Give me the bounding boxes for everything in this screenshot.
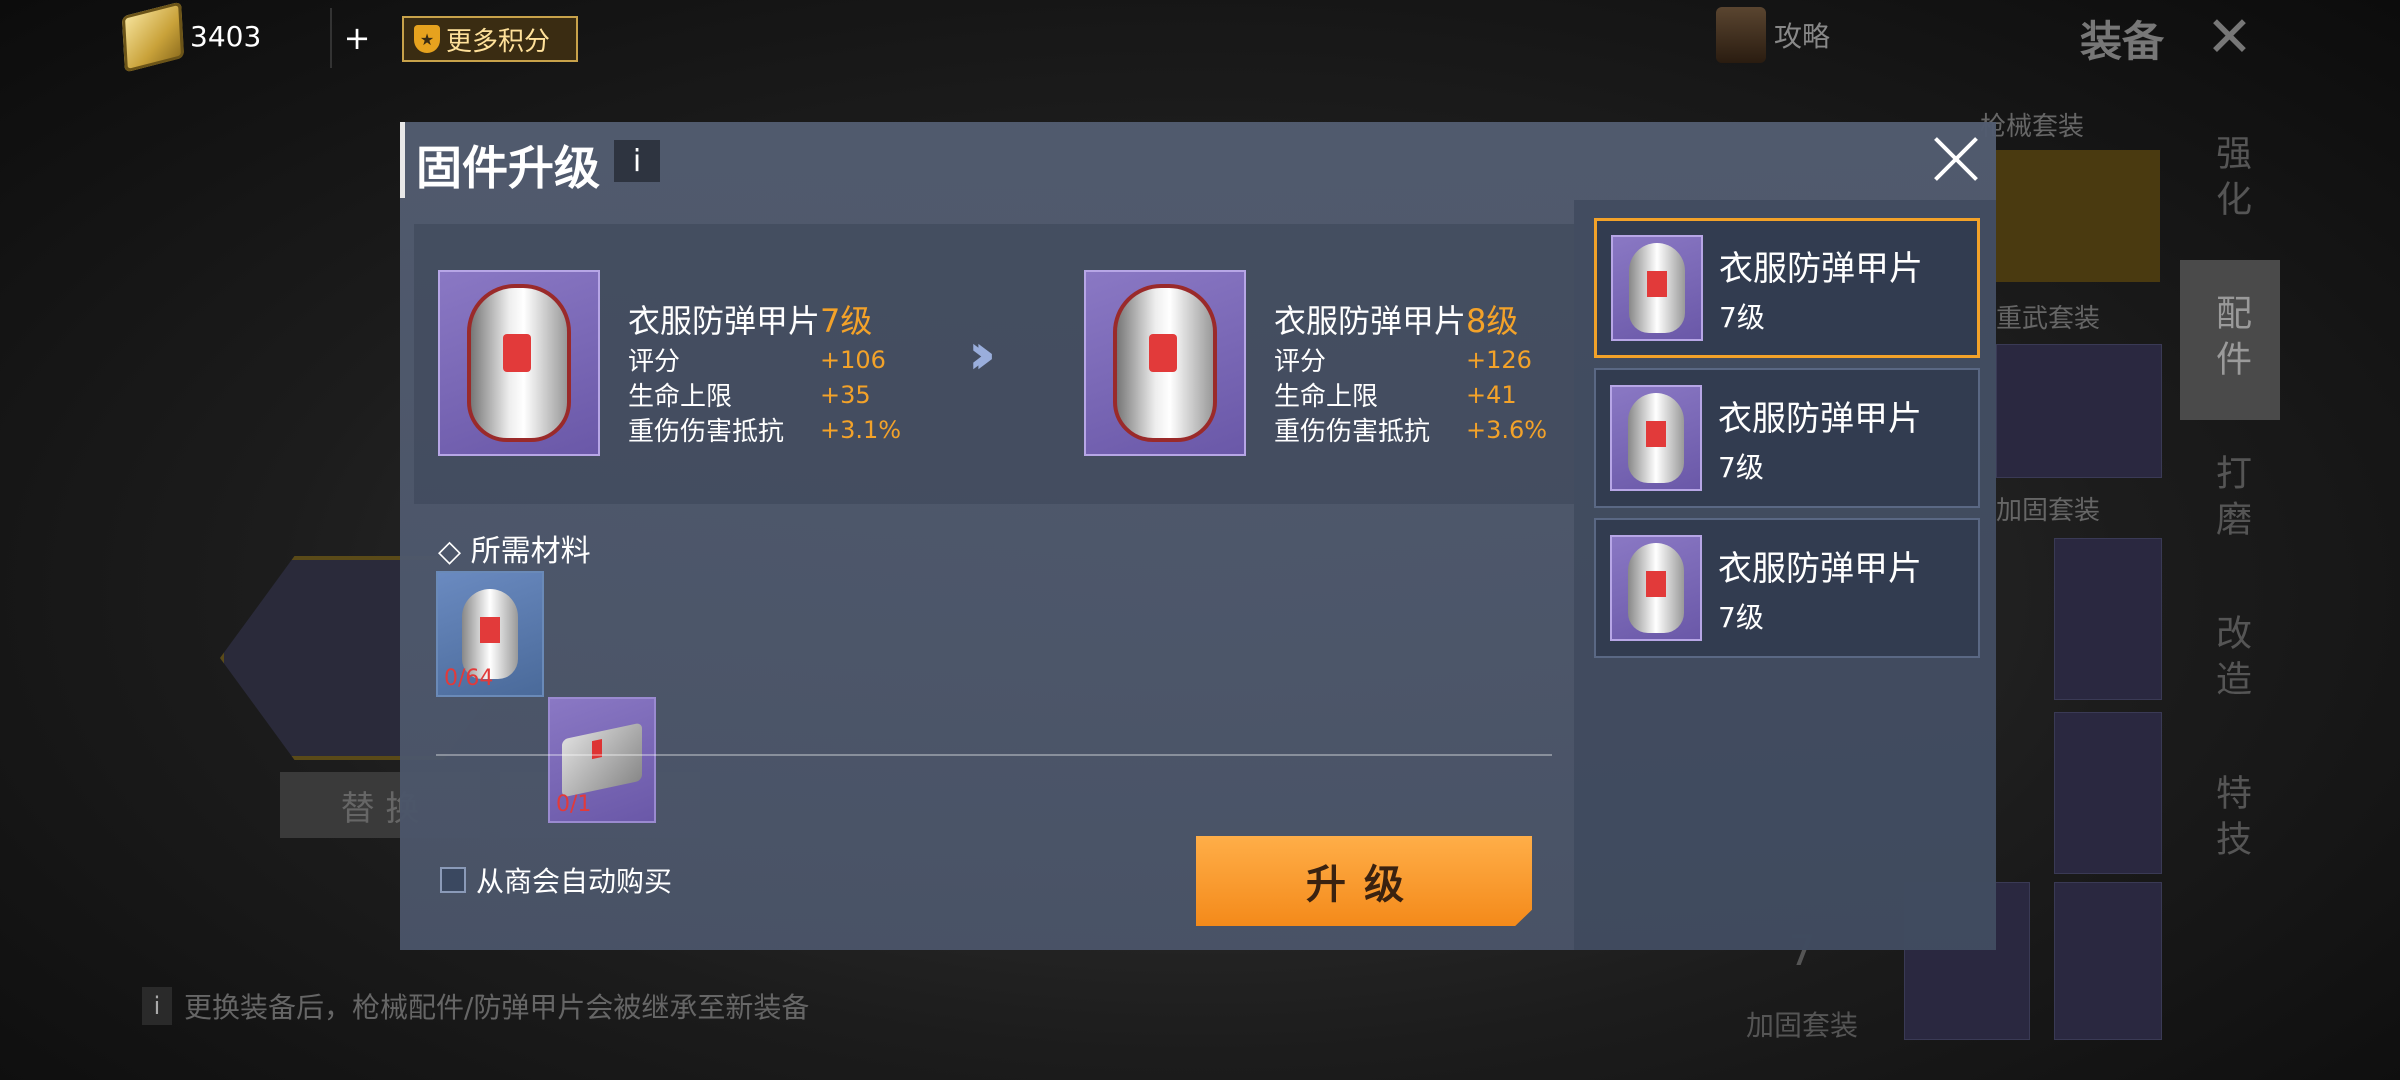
tab-accessories[interactable]: 配件 bbox=[2180, 260, 2280, 420]
list-thumb bbox=[1611, 235, 1703, 341]
auto-buy-checkbox[interactable] bbox=[440, 867, 466, 893]
armor-plate-icon bbox=[1628, 543, 1684, 633]
list-item[interactable]: 衣服防弹甲片 7级 bbox=[1594, 218, 1980, 358]
upgrade-button[interactable]: 升级 bbox=[1196, 836, 1532, 926]
next-item-level: 8级 bbox=[1466, 302, 1519, 340]
stat-value: +3.6% bbox=[1466, 415, 1548, 444]
boots-slot[interactable] bbox=[2054, 882, 2162, 1040]
shield-icon: ★ bbox=[414, 25, 440, 53]
list-item[interactable]: 衣服防弹甲片 7级 bbox=[1594, 368, 1980, 508]
material-slot-armor[interactable]: 0/64 bbox=[436, 571, 544, 697]
coupon-icon bbox=[121, 1, 185, 73]
tab-skill[interactable]: 特技 bbox=[2180, 740, 2280, 900]
material-count: 0/64 bbox=[444, 666, 494, 691]
armor-plate-icon bbox=[1628, 393, 1684, 483]
armor-plate-icon bbox=[467, 284, 571, 442]
current-item-card bbox=[438, 270, 600, 456]
stat-label: 评分 bbox=[628, 347, 681, 377]
close-icon[interactable]: ✕ bbox=[2206, 10, 2253, 66]
list-thumb bbox=[1610, 535, 1702, 641]
more-points-label: 更多积分 bbox=[446, 26, 551, 57]
gun-set-slot[interactable] bbox=[1996, 150, 2160, 282]
divider bbox=[436, 754, 1552, 756]
stat-row: 重伤伤害抵抗 +3.6% bbox=[1274, 412, 1548, 448]
info-button[interactable]: i bbox=[614, 140, 660, 182]
tip-text: 更换装备后，枪械配件/防弹甲片会被继承至新装备 bbox=[184, 991, 810, 1024]
character-avatar bbox=[1716, 7, 1766, 63]
list-item-level: 7级 bbox=[1719, 300, 1765, 334]
stat-value: +106 bbox=[820, 345, 886, 374]
stat-row: 重伤伤害抵抗 +3.1% bbox=[628, 412, 902, 448]
metal-plate-icon bbox=[562, 722, 642, 798]
stat-label: 评分 bbox=[1274, 347, 1327, 377]
info-icon: i bbox=[142, 987, 172, 1025]
stat-row: 评分 +126 bbox=[1274, 342, 1547, 378]
dialog-title: 固件升级 bbox=[416, 141, 600, 195]
stat-row: 生命上限 +35 bbox=[628, 377, 901, 413]
stat-row: 评分 +106 bbox=[628, 342, 901, 378]
guide-label: 攻略 bbox=[1774, 20, 1831, 53]
materials-title: ◇ 所需材料 bbox=[438, 534, 591, 569]
list-item-level: 7级 bbox=[1718, 450, 1764, 484]
side-tab-bar: 强化 配件 打磨 改造 特技 bbox=[2180, 100, 2280, 900]
stat-row: 生命上限 +41 bbox=[1274, 377, 1547, 413]
heavy-set-slot[interactable] bbox=[1996, 344, 2162, 478]
current-item-level: 7级 bbox=[820, 302, 873, 340]
tab-modify[interactable]: 改造 bbox=[2180, 580, 2280, 740]
current-item-title: 衣服防弹甲片7级 bbox=[628, 296, 901, 342]
stat-value: +35 bbox=[820, 380, 871, 409]
list-item[interactable]: 衣服防弹甲片 7级 bbox=[1594, 518, 1980, 658]
stat-label: 生命上限 bbox=[628, 382, 733, 412]
stat-value: +41 bbox=[1466, 380, 1517, 409]
currency-amount: 3403 bbox=[190, 20, 262, 53]
guide-button[interactable]: 攻略 bbox=[1716, 4, 1830, 66]
next-item-info: 衣服防弹甲片8级 评分 +126 生命上限 +41 重伤伤害抵抗 +3.6% bbox=[1274, 296, 1547, 447]
set-badge-label: 加固套装 bbox=[1745, 1009, 1858, 1042]
material-slot-plate[interactable]: 0/1 bbox=[548, 697, 656, 823]
stat-value: +3.1% bbox=[820, 415, 902, 444]
next-item-name: 衣服防弹甲片 bbox=[1274, 302, 1467, 340]
page-title: 装备 bbox=[2080, 17, 2165, 66]
inherit-tip: i 更换装备后，枪械配件/防弹甲片会被继承至新装备 bbox=[142, 986, 809, 1026]
pants-slot[interactable] bbox=[2054, 712, 2162, 874]
add-currency-button[interactable]: + bbox=[330, 8, 382, 68]
next-item-title: 衣服防弹甲片8级 bbox=[1274, 296, 1547, 342]
armor-plate-icon bbox=[1629, 243, 1685, 333]
current-item-name: 衣服防弹甲片 bbox=[628, 302, 821, 340]
tab-polish[interactable]: 打磨 bbox=[2180, 420, 2280, 580]
list-thumb bbox=[1610, 385, 1702, 491]
stat-value: +126 bbox=[1466, 345, 1532, 374]
section-label-heavy-set: 重武套装 bbox=[1996, 304, 2101, 334]
section-label-armor-set: 加固套装 bbox=[1996, 496, 2101, 526]
stat-label: 生命上限 bbox=[1274, 382, 1379, 412]
vest-slot[interactable] bbox=[2054, 538, 2162, 700]
list-item-name: 衣服防弹甲片 bbox=[1719, 248, 1923, 289]
material-count: 0/1 bbox=[556, 792, 592, 817]
stat-label: 重伤伤害抵抗 bbox=[628, 417, 785, 447]
list-item-name: 衣服防弹甲片 bbox=[1718, 548, 1922, 589]
more-points-button[interactable]: ★ 更多积分 bbox=[402, 16, 578, 62]
tab-enhance[interactable]: 强化 bbox=[2180, 100, 2280, 260]
title-accent bbox=[400, 122, 405, 198]
stat-label: 重伤伤害抵抗 bbox=[1274, 417, 1431, 447]
armor-plate-icon bbox=[1113, 284, 1217, 442]
auto-buy-option[interactable]: 从商会自动购买 bbox=[440, 860, 672, 900]
double-chevron-right-icon: ›› bbox=[968, 322, 996, 387]
current-item-info: 衣服防弹甲片7级 评分 +106 生命上限 +35 重伤伤害抵抗 +3.1% bbox=[628, 296, 901, 447]
next-item-card bbox=[1084, 270, 1246, 456]
dialog-close-button[interactable] bbox=[1926, 128, 1986, 188]
list-item-level: 7级 bbox=[1718, 600, 1764, 634]
auto-buy-label: 从商会自动购买 bbox=[476, 865, 673, 898]
list-item-name: 衣服防弹甲片 bbox=[1718, 398, 1922, 439]
